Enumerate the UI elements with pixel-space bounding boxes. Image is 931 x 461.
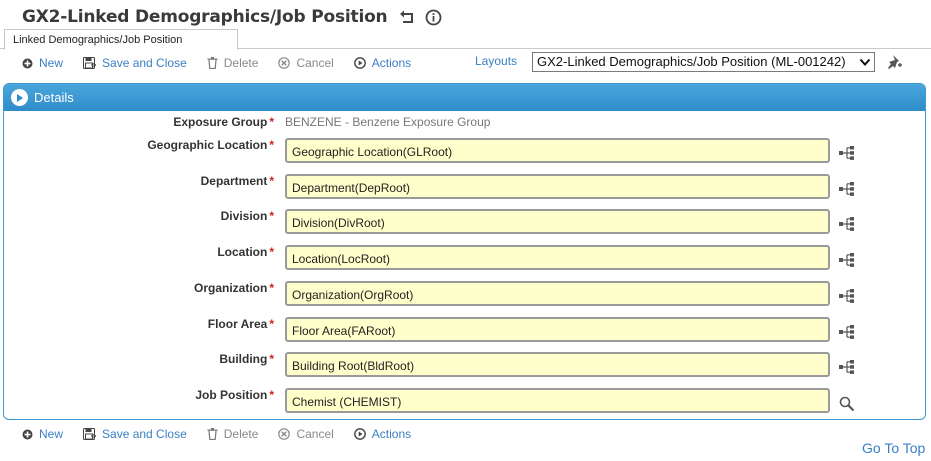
- new-label: New: [39, 427, 64, 441]
- save-icon: [83, 57, 97, 69]
- tree-icon[interactable]: [839, 289, 855, 308]
- required-mark: *: [269, 174, 274, 188]
- tab-linked-demographics[interactable]: Linked Demographics/Job Position: [4, 29, 238, 50]
- required-mark: *: [269, 281, 274, 295]
- field-label: Job Position *: [195, 388, 274, 402]
- trash-icon: [207, 57, 218, 69]
- building-field[interactable]: Building Root(BldRoot): [285, 352, 830, 377]
- department-field[interactable]: Department(DepRoot): [285, 174, 830, 199]
- field-label: Floor Area *: [208, 317, 274, 331]
- cancel-icon: [278, 428, 291, 440]
- field-label: Building *: [219, 352, 274, 366]
- top-toolbar: New Save and Close Delete Cancel Actions: [22, 54, 431, 72]
- save-close-label: Save and Close: [102, 56, 187, 70]
- tree-icon[interactable]: [839, 146, 855, 165]
- save-close-button[interactable]: Save and Close: [83, 56, 187, 70]
- save-icon: [83, 428, 97, 440]
- tree-icon[interactable]: [839, 360, 855, 379]
- field-label-text: Geographic Location: [147, 138, 268, 152]
- play-circle-icon: [353, 57, 366, 69]
- pin-icon[interactable]: [886, 54, 904, 75]
- field-label: Geographic Location *: [147, 138, 274, 152]
- delete-label: Delete: [223, 56, 259, 70]
- bottom-toolbar: New Save and Close Delete Cancel Actions: [22, 425, 431, 443]
- layouts-link[interactable]: Layouts: [475, 54, 517, 68]
- actions-button[interactable]: Actions: [353, 56, 412, 70]
- tree-icon[interactable]: [839, 182, 855, 201]
- play-circle-icon: [353, 428, 366, 440]
- go-to-top-link[interactable]: Go To Top: [862, 440, 925, 456]
- cancel-label: Cancel: [296, 427, 334, 441]
- cancel-button[interactable]: Cancel: [278, 427, 334, 441]
- field-label-text: Division: [220, 209, 268, 223]
- field-label-text: Organization: [193, 281, 268, 295]
- plus-icon: [22, 58, 33, 69]
- required-mark: *: [269, 115, 274, 129]
- cancel-label: Cancel: [296, 56, 334, 70]
- field-label-text: Building: [219, 352, 268, 366]
- expand-toggle-icon: [11, 89, 28, 106]
- field-label-text: Job Position: [195, 388, 268, 402]
- required-mark: *: [269, 138, 274, 152]
- actions-label: Actions: [371, 56, 412, 70]
- cancel-button[interactable]: Cancel: [278, 56, 334, 70]
- field-label: Location *: [217, 245, 274, 259]
- organization-field[interactable]: Organization(OrgRoot): [285, 281, 830, 306]
- required-mark: *: [269, 352, 274, 366]
- page-title: GX2-Linked Demographics/Job Position: [22, 7, 388, 27]
- field-label-text: Department: [200, 174, 268, 188]
- exposure-group-value: BENZENE - Benzene Exposure Group: [285, 115, 491, 129]
- field-label: Division *: [221, 209, 274, 223]
- info-icon[interactable]: [425, 9, 442, 26]
- save-close-label: Save and Close: [102, 427, 187, 441]
- floor-area-field[interactable]: Floor Area(FARoot): [285, 317, 830, 342]
- exposure-group-label-text: Exposure Group: [173, 115, 268, 129]
- cancel-icon: [278, 57, 291, 69]
- details-panel: Details Exposure Group * BENZENE - Benzen…: [3, 83, 926, 420]
- search-icon[interactable]: [839, 396, 855, 417]
- required-mark: *: [269, 245, 274, 259]
- chevron-down-icon: [859, 56, 871, 71]
- tree-icon[interactable]: [839, 217, 855, 236]
- details-title: Details: [34, 90, 74, 105]
- delete-button[interactable]: Delete: [207, 427, 259, 441]
- new-button[interactable]: New: [22, 427, 63, 441]
- title-row: GX2-Linked Demographics/Job Position: [22, 5, 442, 29]
- location-field[interactable]: Location(LocRoot): [285, 245, 830, 270]
- required-mark: *: [269, 317, 274, 331]
- field-label-text: Location: [217, 245, 268, 259]
- tree-icon[interactable]: [839, 253, 855, 272]
- actions-button[interactable]: Actions: [353, 427, 412, 441]
- new-button[interactable]: New: [22, 56, 63, 70]
- field-label-text: Floor Area: [207, 317, 268, 331]
- return-icon[interactable]: [399, 10, 415, 24]
- layout-selected-value: GX2-Linked Demographics/Job Position (ML…: [537, 54, 846, 69]
- field-label: Organization *: [194, 281, 274, 295]
- layout-select[interactable]: GX2-Linked Demographics/Job Position (ML…: [532, 52, 875, 72]
- job-position-field[interactable]: Chemist (CHEMIST): [285, 388, 830, 413]
- delete-button[interactable]: Delete: [207, 56, 259, 70]
- trash-icon: [207, 428, 218, 440]
- exposure-group-label: Exposure Group *: [173, 115, 274, 129]
- geographic-location-field[interactable]: Geographic Location(GLRoot): [285, 138, 830, 163]
- division-field[interactable]: Division(DivRoot): [285, 209, 830, 234]
- plus-icon: [22, 429, 33, 440]
- tree-icon[interactable]: [839, 325, 855, 344]
- delete-label: Delete: [223, 427, 259, 441]
- actions-label: Actions: [371, 427, 412, 441]
- required-mark: *: [269, 388, 274, 402]
- required-mark: *: [269, 209, 274, 223]
- details-header[interactable]: Details: [4, 84, 925, 111]
- new-label: New: [39, 56, 64, 70]
- save-close-button[interactable]: Save and Close: [83, 427, 187, 441]
- tab-strip: Linked Demographics/Job Position: [0, 29, 931, 50]
- field-label: Department *: [201, 174, 274, 188]
